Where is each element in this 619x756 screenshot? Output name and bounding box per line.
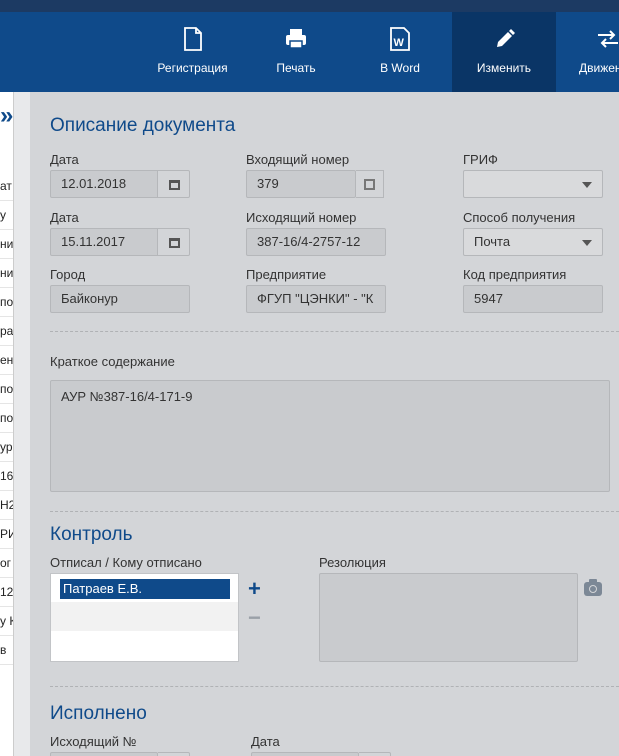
city-field[interactable]: Байконур	[50, 285, 190, 313]
list-row[interactable]: ог	[0, 549, 13, 578]
done-title: Исполнено	[50, 703, 147, 724]
method-value: Почта	[474, 234, 511, 249]
grif-select[interactable]	[463, 170, 603, 198]
list-row[interactable]: 12	[0, 578, 13, 607]
incoming-label: Входящий номер	[246, 152, 350, 167]
expand-panel-icon[interactable]: »	[0, 104, 22, 131]
done-outgoing-label: Исходящий №	[50, 734, 137, 749]
arrows-icon	[598, 30, 618, 48]
code-label: Код предприятия	[463, 267, 567, 282]
print-label: Печать	[276, 61, 316, 75]
date2-field[interactable]: 15.11.2017	[50, 228, 158, 256]
enterprise-code-field[interactable]: 5947	[463, 285, 603, 313]
grif-label: ГРИФ	[463, 152, 498, 167]
svg-text:W: W	[394, 37, 405, 49]
control-title: Контроль	[50, 524, 133, 545]
calendar-icon[interactable]	[158, 170, 190, 198]
date1-field[interactable]: 12.01.2018	[50, 170, 158, 198]
list-row[interactable]: ра	[0, 317, 13, 346]
toolbar: Регистрация Печать W В Word Изменить Дви…	[0, 12, 619, 92]
print-button[interactable]: Печать	[255, 12, 337, 92]
pencil-icon	[497, 29, 515, 47]
incoming-number-field[interactable]: 379	[246, 170, 356, 198]
list-row[interactable]: по	[0, 288, 13, 317]
done-outgoing-field[interactable]	[50, 752, 158, 756]
chevron-down-icon	[582, 240, 592, 246]
list-row[interactable]: у	[0, 201, 13, 230]
list-row[interactable]: РИ	[0, 520, 13, 549]
done-outgoing-button[interactable]	[158, 752, 190, 756]
remove-icon[interactable]: −	[248, 607, 261, 629]
date2-label: Дата	[50, 210, 79, 225]
list-row[interactable]: ни	[0, 259, 13, 288]
summary-label: Краткое содержание	[50, 354, 175, 369]
printer-icon	[286, 29, 306, 49]
done-date-field[interactable]	[251, 752, 359, 756]
word-icon: W	[390, 27, 410, 51]
chevron-down-icon	[582, 182, 592, 188]
resolution-field[interactable]	[319, 573, 578, 662]
top-strip	[0, 0, 619, 12]
enterprise-label: Предприятие	[246, 267, 327, 282]
movement-button[interactable]: Движен	[566, 12, 619, 92]
resolution-label: Резолюция	[319, 555, 386, 570]
done-date-label: Дата	[251, 734, 280, 749]
save-icon[interactable]	[356, 170, 384, 198]
calendar-icon[interactable]	[359, 752, 391, 756]
panel-divider	[14, 92, 30, 756]
list-row[interactable]: по	[0, 375, 13, 404]
list-row[interactable]: ен	[0, 346, 13, 375]
list-row[interactable]: Н2	[0, 491, 13, 520]
word-label: В Word	[380, 61, 420, 75]
divider	[50, 331, 619, 332]
method-select[interactable]: Почта	[463, 228, 603, 256]
list-row[interactable]: ни	[0, 230, 13, 259]
date1-label: Дата	[50, 152, 79, 167]
assigned-listbox[interactable]: Патраев Е.В.	[50, 573, 239, 662]
list-row[interactable]: у К	[0, 607, 13, 636]
list-row[interactable]: по	[0, 404, 13, 433]
enterprise-field[interactable]: ФГУП "ЦЭНКИ" - "К	[246, 285, 386, 313]
method-label: Способ получения	[463, 210, 576, 225]
city-label: Город	[50, 267, 86, 282]
list-row[interactable]: в	[0, 636, 13, 665]
file-icon	[183, 27, 202, 51]
movement-label: Движен	[579, 61, 619, 75]
add-icon[interactable]: +	[248, 578, 261, 600]
divider	[50, 686, 619, 687]
document-list-panel: атунинипораенпопоур16Н2РИог12у Кв	[0, 92, 14, 756]
outgoing-label: Исходящий номер	[246, 210, 357, 225]
register-label: Регистрация	[157, 61, 228, 75]
edit-button[interactable]: Изменить	[452, 12, 556, 92]
edit-label: Изменить	[476, 61, 532, 75]
list-item[interactable]: Патраев Е.В.	[60, 579, 230, 599]
word-button[interactable]: W В Word	[358, 12, 442, 92]
list-row[interactable]: 16	[0, 462, 13, 491]
list-row[interactable]: ат	[0, 172, 13, 201]
list-item-empty	[51, 602, 238, 631]
description-title: Описание документа	[50, 115, 236, 136]
camera-icon[interactable]	[584, 579, 602, 596]
calendar-icon[interactable]	[158, 228, 190, 256]
register-button[interactable]: Регистрация	[150, 12, 235, 92]
list-row[interactable]: ур	[0, 433, 13, 462]
outgoing-number-field[interactable]: 387-16/4-2757-12	[246, 228, 386, 256]
summary-textarea[interactable]: АУР №387-16/4-171-9	[50, 380, 610, 492]
assigned-label: Отписал / Кому отписано	[50, 555, 202, 570]
divider	[50, 511, 619, 512]
